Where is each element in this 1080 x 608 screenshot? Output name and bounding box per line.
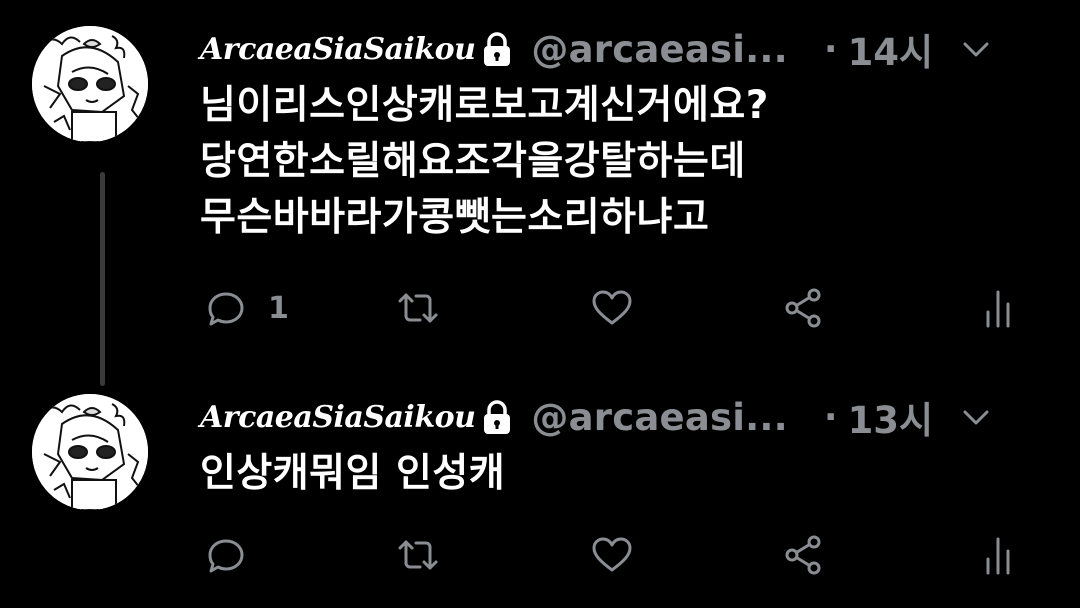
retweet-button[interactable] [396,278,440,338]
tweet-header: ArcaeaSiaSaikou @arcaeasi... · 14시 [200,24,1050,74]
user-handle[interactable]: @arcaeasi... [531,28,787,71]
avatar-drawing [32,26,148,142]
analytics-icon [986,537,1010,575]
display-name[interactable]: ArcaeaSiaSaikou [200,400,476,435]
chevron-down-icon[interactable] [959,32,993,66]
separator-dot: · [823,28,838,70]
like-button[interactable] [590,525,634,585]
analytics-icon [986,290,1010,328]
thread-connector [100,172,105,386]
separator-dot: · [823,396,838,438]
lock-icon [484,32,511,66]
retweet-button[interactable] [396,525,440,585]
retweet-icon [398,540,438,570]
reply-icon [208,292,244,326]
tweet[interactable]: ArcaeaSiaSaikou @arcaeasi... · 14시 님이리스인… [0,0,1080,386]
like-button[interactable] [590,278,634,338]
share-icon [785,288,821,328]
action-bar [200,525,1040,585]
avatar[interactable] [32,26,148,142]
reply-icon [208,539,244,573]
user-handle[interactable]: @arcaeasi... [531,396,787,439]
chevron-down-icon[interactable] [959,400,993,434]
avatar-drawing [32,394,148,510]
tweet-header: ArcaeaSiaSaikou @arcaeasi... · 13시 [200,392,1050,442]
retweet-icon [398,293,438,323]
share-icon [785,535,821,575]
reply-button[interactable]: 1 [204,278,289,338]
tweet-text: 인상캐뭐임 인성캐 [200,451,506,496]
tweet[interactable]: ArcaeaSiaSaikou @arcaeasi... · 13시 인상캐뭐임… [0,380,1080,608]
action-bar: 1 [200,278,1040,338]
analytics-button[interactable] [976,525,1020,585]
timestamp[interactable]: 14시 [848,22,934,76]
avatar[interactable] [32,394,148,510]
lock-icon [484,400,511,434]
like-icon [592,537,632,572]
display-name[interactable]: ArcaeaSiaSaikou [200,32,476,67]
tweet-text: 님이리스인상캐로보고계신거에요? 당연한소릴해요조각을강탈하는데 무슨바바라가콩… [200,83,769,240]
share-button[interactable] [782,525,826,585]
like-icon [592,290,632,325]
analytics-button[interactable] [976,278,1020,338]
timestamp[interactable]: 13시 [848,390,934,444]
tweet-thread: ArcaeaSiaSaikou @arcaeasi... · 14시 님이리스인… [0,0,1080,608]
share-button[interactable] [782,278,826,338]
reply-count: 1 [268,290,289,326]
reply-button[interactable] [204,525,268,585]
